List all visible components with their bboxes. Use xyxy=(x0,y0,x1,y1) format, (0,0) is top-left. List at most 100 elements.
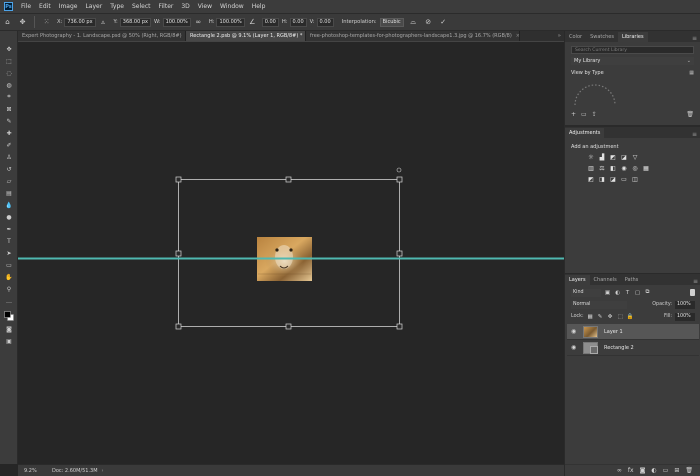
color-lookup-icon[interactable]: ▦ xyxy=(642,164,650,172)
hue-saturation-icon[interactable]: ▥ xyxy=(587,164,595,172)
transform-handle[interactable] xyxy=(396,176,403,183)
hand-tool-icon[interactable]: ✋ xyxy=(4,273,14,281)
tab-layers[interactable]: Layers xyxy=(565,275,590,285)
link-layers-icon[interactable]: ∞ xyxy=(617,467,622,474)
home-icon[interactable]: ⌂ xyxy=(2,17,13,28)
transform-handle[interactable] xyxy=(175,176,182,183)
tab-libraries[interactable]: Libraries xyxy=(617,32,648,42)
delta-icon[interactable]: ▵ xyxy=(98,17,109,28)
new-layer-icon[interactable]: ⊞ xyxy=(674,467,679,474)
delete-layer-icon[interactable]: 🗑 xyxy=(685,467,693,474)
move-tool-icon[interactable]: ✥ xyxy=(4,45,14,53)
blur-tool-icon[interactable]: 💧 xyxy=(4,201,14,209)
transform-handle[interactable] xyxy=(396,250,403,257)
eyedropper-tool-icon[interactable]: ✎ xyxy=(4,117,14,125)
frame-tool-icon[interactable]: ⊠ xyxy=(4,105,14,113)
interpolation-select[interactable]: Bicubic xyxy=(379,17,404,27)
doc-tab-landscape[interactable]: Expert Photography - 1. Landscape.psd @ … xyxy=(18,31,186,41)
lock-pixels-icon[interactable]: ✎ xyxy=(597,313,604,320)
transform-handle[interactable] xyxy=(285,323,292,330)
menu-window[interactable]: Window xyxy=(216,3,248,10)
gradient-map-icon[interactable]: ▭ xyxy=(620,175,628,183)
tab-swatches[interactable]: Swatches xyxy=(586,32,618,42)
y-field[interactable]: 368.00 px xyxy=(119,17,151,27)
menu-type[interactable]: Type xyxy=(106,3,128,10)
lock-transparency-icon[interactable]: ▦ xyxy=(587,313,594,320)
channel-mixer-icon[interactable]: ◎ xyxy=(631,164,639,172)
healing-brush-tool-icon[interactable]: ✚ xyxy=(4,129,14,137)
transform-handle[interactable] xyxy=(285,176,292,183)
blend-mode-select[interactable]: Normal xyxy=(571,300,627,309)
lock-artboard-icon[interactable]: ⬚ xyxy=(617,313,624,320)
menu-3d[interactable]: 3D xyxy=(177,3,193,10)
selective-color-icon[interactable]: ◫ xyxy=(631,175,639,183)
brightness-contrast-icon[interactable]: ☼ xyxy=(587,153,595,161)
height-field[interactable]: 100.00% xyxy=(216,17,245,27)
vibrance-icon[interactable]: ▽ xyxy=(631,153,639,161)
levels-icon[interactable]: ▟ xyxy=(598,153,606,161)
visibility-eye-icon[interactable]: ◉ xyxy=(571,328,579,335)
transform-handle[interactable] xyxy=(175,250,182,257)
brush-tool-icon[interactable]: ✐ xyxy=(4,141,14,149)
trash-icon[interactable]: 🗑 xyxy=(686,111,694,118)
marquee-tool-icon[interactable]: ⬚ xyxy=(4,57,14,65)
commit-transform-icon[interactable]: ✓ xyxy=(438,17,449,28)
crop-tool-icon[interactable]: ⌗ xyxy=(4,93,14,101)
quick-mask-icon[interactable]: ◙ xyxy=(4,325,14,333)
tab-adjustments[interactable]: Adjustments xyxy=(565,128,605,138)
black-white-icon[interactable]: ◧ xyxy=(609,164,617,172)
upload-icon[interactable]: ⇪ xyxy=(592,111,597,118)
angle-field[interactable]: 0.00 xyxy=(261,17,279,27)
view-by-type[interactable]: View by Type ▦ xyxy=(571,69,694,77)
dodge-tool-icon[interactable]: ● xyxy=(4,213,14,221)
tab-paths[interactable]: Paths xyxy=(621,275,643,285)
posterize-icon[interactable]: ◨ xyxy=(598,175,606,183)
fill-field[interactable]: 100% xyxy=(675,312,695,321)
layer-row-layer-1[interactable]: ◉ Layer 1 xyxy=(567,324,699,340)
h-skew-field[interactable]: 0.00 xyxy=(289,17,307,27)
panel-menu-icon[interactable]: ≡ xyxy=(692,35,700,42)
v-skew-field[interactable]: 0.00 xyxy=(316,17,334,27)
curves-icon[interactable]: ◩ xyxy=(609,153,617,161)
warp-icon[interactable]: ⌓ xyxy=(408,17,419,28)
doc-tab-template[interactable]: free-photoshop-templates-for-photographe… xyxy=(306,31,520,41)
menu-filter[interactable]: Filter xyxy=(155,3,178,10)
invert-icon[interactable]: ◩ xyxy=(587,175,595,183)
menu-edit[interactable]: Edit xyxy=(35,3,55,10)
visibility-eye-icon[interactable]: ◉ xyxy=(571,344,579,351)
screen-mode-icon[interactable]: ▣ xyxy=(4,337,14,345)
transform-handle[interactable] xyxy=(396,323,403,330)
move-tool-preset-icon[interactable]: ✥ xyxy=(17,17,28,28)
width-field[interactable]: 100.00% xyxy=(162,17,191,27)
lasso-tool-icon[interactable]: ◌ xyxy=(4,69,14,77)
adjustment-filter-icon[interactable]: ◐ xyxy=(614,289,621,296)
x-field[interactable]: 736.00 px xyxy=(64,17,96,27)
layer-name[interactable]: Layer 1 xyxy=(604,329,623,335)
zoom-tool-icon[interactable]: ⚲ xyxy=(4,285,14,293)
new-group-icon[interactable]: ▭ xyxy=(663,467,669,474)
type-filter-icon[interactable]: T xyxy=(624,289,631,296)
close-icon[interactable]: × xyxy=(516,33,519,39)
layer-style-icon[interactable]: fx xyxy=(628,467,634,474)
link-icon[interactable]: ∞ xyxy=(193,17,204,28)
lock-all-icon[interactable]: 🔒 xyxy=(627,313,634,320)
reference-point-icon[interactable]: ⁙ xyxy=(41,17,52,28)
filter-toggle[interactable] xyxy=(690,289,695,296)
menu-select[interactable]: Select xyxy=(128,3,155,10)
panel-menu-icon[interactable]: ≡ xyxy=(693,278,700,285)
threshold-icon[interactable]: ◪ xyxy=(609,175,617,183)
layer-kind-select[interactable]: Kind xyxy=(571,288,601,297)
eraser-tool-icon[interactable]: ▱ xyxy=(4,177,14,185)
pixel-filter-icon[interactable]: ▣ xyxy=(604,289,611,296)
more-tools-icon[interactable]: … xyxy=(4,297,14,305)
smart-object-filter-icon[interactable]: ⧉ xyxy=(644,289,651,296)
history-brush-tool-icon[interactable]: ↺ xyxy=(4,165,14,173)
tab-channels[interactable]: Channels xyxy=(590,275,621,285)
menu-view[interactable]: View xyxy=(194,3,216,10)
library-select[interactable]: My Library ⌄ xyxy=(571,57,694,65)
layer-name[interactable]: Rectangle 2 xyxy=(604,345,634,351)
add-icon[interactable]: + xyxy=(571,111,576,118)
new-adjustment-layer-icon[interactable]: ◐ xyxy=(651,467,656,474)
panel-menu-icon[interactable]: ≡ xyxy=(692,131,700,138)
path-selection-tool-icon[interactable]: ➤ xyxy=(4,249,14,257)
